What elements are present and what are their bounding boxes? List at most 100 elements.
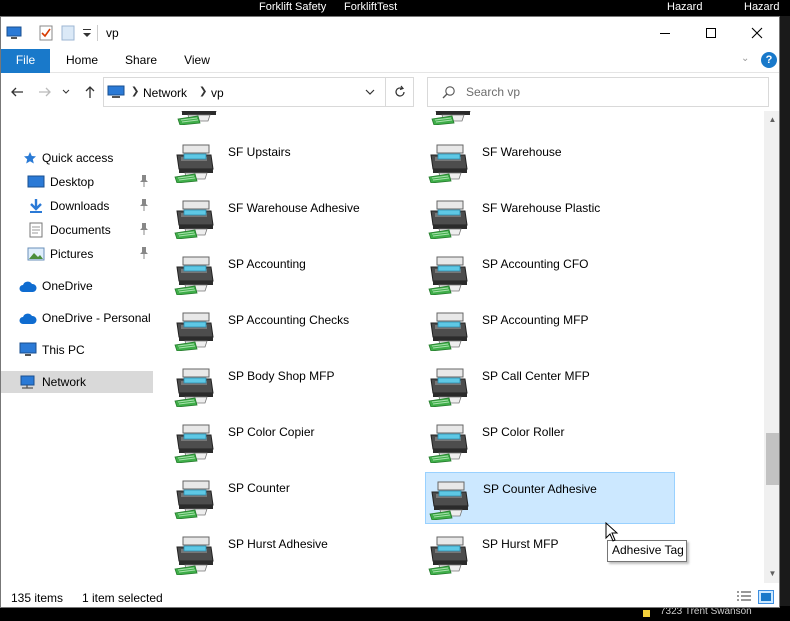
tiles-view-button[interactable] xyxy=(758,590,774,604)
breadcrumb-vp[interactable]: vp xyxy=(211,86,224,100)
tab-file[interactable]: File xyxy=(1,49,50,73)
nav-item-label: Desktop xyxy=(50,175,95,189)
nav-item-pictures[interactable]: Pictures xyxy=(1,243,153,265)
chevron-down-icon xyxy=(365,89,375,95)
vertical-scrollbar[interactable]: ▲ ▼ xyxy=(764,111,779,583)
printer-tile[interactable]: SP Counter xyxy=(171,472,421,524)
printer-name: SP Hurst Adhesive xyxy=(228,537,328,551)
pin-icon[interactable] xyxy=(138,174,150,188)
printer-icon xyxy=(428,200,468,239)
search-box[interactable] xyxy=(427,77,769,107)
printer-tile[interactable]: SP Accounting CFO xyxy=(425,248,675,300)
expand-ribbon-icon[interactable]: ⌄ xyxy=(741,53,749,64)
printer-tile[interactable]: SP Accounting MFP xyxy=(425,304,675,356)
desktop-icon xyxy=(27,173,45,191)
printer-tile[interactable]: SF Warehouse Adhesive xyxy=(171,192,421,244)
computer-icon[interactable] xyxy=(6,25,22,41)
refresh-button[interactable] xyxy=(386,77,414,107)
help-button[interactable]: ? xyxy=(761,52,777,68)
printer-icon[interactable] xyxy=(430,111,474,125)
printer-tile[interactable]: SP Accounting xyxy=(171,248,421,300)
minimize-button[interactable] xyxy=(642,17,688,49)
pin-icon[interactable] xyxy=(138,198,150,212)
printer-icon xyxy=(174,536,214,575)
up-arrow-icon xyxy=(85,86,95,98)
pin-icon[interactable] xyxy=(138,246,150,260)
nav-item-network[interactable]: Network xyxy=(1,371,153,393)
printer-tile[interactable]: SF Warehouse xyxy=(425,136,675,188)
printer-name: SF Warehouse xyxy=(482,145,562,159)
printer-icon xyxy=(428,368,468,407)
minimize-icon xyxy=(660,33,670,34)
search-input[interactable] xyxy=(466,84,756,100)
title-separator xyxy=(97,25,98,41)
printer-icon xyxy=(428,312,468,351)
recent-locations-button[interactable] xyxy=(59,81,73,103)
printer-name: SF Warehouse Plastic xyxy=(482,201,601,215)
nav-item-label: Pictures xyxy=(50,247,94,261)
navigation-pane: Quick access Desktop Downloads Documents xyxy=(1,111,156,577)
printer-name: SP Color Copier xyxy=(228,425,315,439)
nav-item-this-pc[interactable]: This PC xyxy=(1,339,153,361)
nav-item-downloads[interactable]: Downloads xyxy=(1,195,153,217)
pin-icon[interactable] xyxy=(138,222,150,236)
new-folder-icon[interactable] xyxy=(60,25,76,41)
printer-icon[interactable] xyxy=(176,111,220,125)
nav-item-desktop[interactable]: Desktop xyxy=(1,171,153,193)
nav-item-documents[interactable]: Documents xyxy=(1,219,153,241)
background-label: ForkliftTest xyxy=(344,1,398,13)
customize-chevron-icon[interactable] xyxy=(80,25,96,41)
scrollbar-thumb[interactable] xyxy=(766,433,779,485)
printer-tile[interactable]: SP Color Copier xyxy=(171,416,421,468)
printer-name: SP Color Roller xyxy=(482,425,565,439)
nav-item-onedrive-personal[interactable]: OneDrive - Personal xyxy=(1,307,153,329)
maximize-button[interactable] xyxy=(688,17,734,49)
printer-icon xyxy=(428,424,468,463)
tab-share[interactable]: Share xyxy=(118,49,164,73)
printer-icon xyxy=(174,200,214,239)
cloud-icon xyxy=(19,278,37,296)
tab-view[interactable]: View xyxy=(175,49,219,73)
properties-icon[interactable] xyxy=(38,25,54,41)
printer-icon xyxy=(174,480,214,519)
printer-icon xyxy=(428,144,468,183)
printer-icon xyxy=(174,424,214,463)
address-dropdown-button[interactable] xyxy=(359,78,381,106)
printer-tile[interactable]: SP Hurst Adhesive xyxy=(171,528,421,580)
title-bar: vp xyxy=(1,17,779,49)
printer-tile[interactable]: SP Counter Adhesive xyxy=(425,472,675,524)
back-button[interactable] xyxy=(7,81,27,103)
breadcrumb-network[interactable]: Network xyxy=(143,86,187,100)
printer-tile[interactable]: SP Body Shop MFP xyxy=(171,360,421,412)
computer-icon xyxy=(107,85,125,102)
printer-icon xyxy=(174,368,214,407)
breadcrumb-arrow-icon[interactable]: ❯ xyxy=(131,86,139,97)
breadcrumb-arrow-icon[interactable]: ❯ xyxy=(199,86,207,97)
background-square-icon xyxy=(643,610,650,617)
printer-tile[interactable]: SF Upstairs xyxy=(171,136,421,188)
computer-icon xyxy=(19,341,37,359)
printer-name: SF Warehouse Adhesive xyxy=(228,201,360,215)
tab-home[interactable]: Home xyxy=(59,49,105,73)
up-button[interactable] xyxy=(80,81,100,103)
nav-item-label: Documents xyxy=(50,223,111,237)
scroll-up-icon[interactable]: ▲ xyxy=(764,115,779,129)
cloud-icon xyxy=(19,310,37,328)
file-explorer-window: vp File Home Share View ⌄ ? ❯ Network ❯ … xyxy=(0,16,780,608)
scroll-down-icon[interactable]: ▼ xyxy=(764,569,779,583)
printer-tile[interactable]: SF Warehouse Plastic xyxy=(425,192,675,244)
background-desktop-edge xyxy=(780,16,790,606)
close-button[interactable] xyxy=(734,17,779,49)
back-arrow-icon xyxy=(11,87,23,97)
forward-button[interactable] xyxy=(35,81,55,103)
details-view-button[interactable] xyxy=(736,590,752,604)
address-bar[interactable]: ❯ Network ❯ vp xyxy=(103,77,386,107)
nav-item-quick-access[interactable]: Quick access xyxy=(1,147,153,169)
printer-tile[interactable]: SP Call Center MFP xyxy=(425,360,675,412)
printer-tile[interactable]: SP Color Roller xyxy=(425,416,675,468)
nav-item-label: OneDrive - Personal xyxy=(42,311,151,325)
printer-tile[interactable]: SP Accounting Checks xyxy=(171,304,421,356)
nav-item-onedrive[interactable]: OneDrive xyxy=(1,275,153,297)
printer-name: SP Accounting CFO xyxy=(482,257,589,271)
tooltip: Adhesive Tag xyxy=(607,540,687,562)
